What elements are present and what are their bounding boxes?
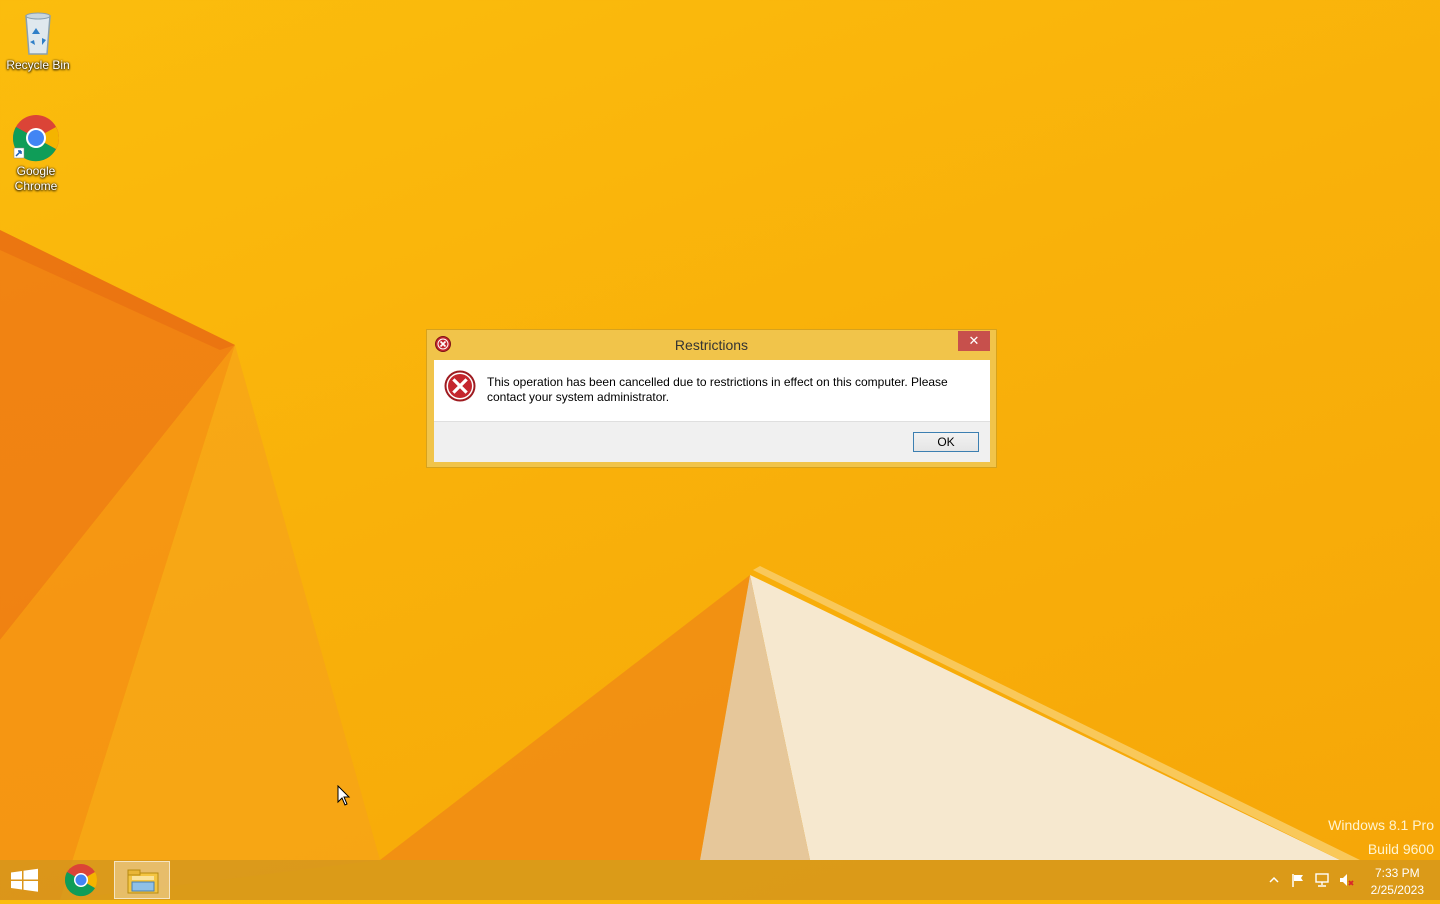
windows-edition-watermark: Windows 8.1 Pro: [1328, 817, 1434, 833]
file-explorer-icon: [127, 869, 159, 894]
taskbar-file-explorer-button[interactable]: [114, 861, 170, 899]
desktop-icon-recycle-bin[interactable]: Recycle Bin: [0, 8, 76, 73]
restrictions-dialog: Restrictions ✕ This operation has been c…: [426, 329, 997, 468]
network-icon[interactable]: [1314, 872, 1330, 888]
desktop-icon-label: Recycle Bin: [6, 58, 70, 72]
taskbar-chrome-button[interactable]: [53, 861, 109, 899]
clock-date: 2/25/2023: [1370, 883, 1424, 897]
error-icon: [444, 370, 476, 402]
windows-build-watermark: Build 9600: [1367, 841, 1434, 857]
ok-button[interactable]: OK: [913, 432, 979, 452]
mouse-cursor-icon: [337, 785, 351, 806]
system-tray: 7:33 PM 2/25/2023: [1240, 860, 1440, 900]
recycle-bin-icon: [14, 8, 62, 56]
dialog-message: This operation has been cancelled due to…: [487, 375, 948, 404]
taskbar: 7:33 PM 2/25/2023: [0, 860, 1440, 900]
chrome-icon: [64, 864, 98, 897]
chrome-icon: [12, 114, 60, 162]
action-center-flag-icon[interactable]: [1290, 872, 1306, 888]
desktop-icon-label: Google Chrome: [14, 164, 58, 193]
windows-start-icon: [11, 868, 38, 892]
dialog-title: Restrictions: [674, 337, 749, 353]
close-button[interactable]: ✕: [958, 331, 990, 351]
taskbar-clock[interactable]: 7:33 PM 2/25/2023: [1371, 865, 1424, 899]
dialog-footer: OK: [434, 421, 990, 462]
dialog-client-area: This operation has been cancelled due to…: [434, 360, 990, 462]
dialog-titlebar[interactable]: Restrictions ✕: [427, 330, 996, 360]
volume-muted-icon[interactable]: [1338, 872, 1354, 888]
desktop-icon-google-chrome[interactable]: Google Chrome: [0, 114, 74, 194]
dialog-content: This operation has been cancelled due to…: [434, 360, 990, 420]
clock-time: 7:33 PM: [1374, 866, 1420, 880]
start-button[interactable]: [0, 861, 56, 899]
show-hidden-icons-icon[interactable]: [1266, 872, 1282, 888]
